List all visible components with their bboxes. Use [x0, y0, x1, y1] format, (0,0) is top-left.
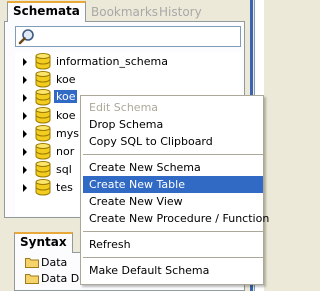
expand-arrow-icon[interactable]: [23, 76, 27, 84]
menu-item-refresh[interactable]: Refresh: [83, 236, 263, 253]
schema-search-input[interactable]: [15, 26, 241, 47]
search-icon: [18, 28, 36, 49]
folder-icon: [25, 257, 39, 268]
folder-icon: [25, 273, 39, 284]
menu-item-edit-schema: Edit Schema: [89, 101, 159, 114]
expand-arrow-icon[interactable]: [23, 184, 27, 192]
schema-label: mys: [56, 127, 79, 140]
menu-item-copy-sql[interactable]: Copy SQL to Clipboard: [83, 133, 263, 150]
database-icon: [35, 179, 51, 196]
tab-schemata[interactable]: Schemata: [7, 1, 86, 22]
menu-item-create-table[interactable]: Create New Table: [83, 176, 263, 193]
expand-arrow-icon[interactable]: [23, 58, 27, 66]
menu-item-make-default[interactable]: Make Default Schema: [83, 262, 263, 279]
menu-separator: [83, 257, 263, 258]
schema-label: koe: [56, 109, 76, 122]
schema-row[interactable]: information_schema: [15, 53, 241, 71]
menu-separator: [83, 231, 263, 232]
schema-label: koe: [52, 89, 79, 104]
database-icon: [35, 53, 51, 70]
menu-item-create-view[interactable]: Create New View: [83, 193, 263, 210]
schema-label: information_schema: [56, 55, 168, 68]
expand-arrow-icon[interactable]: [23, 166, 27, 174]
menu-item-drop-schema[interactable]: Drop Schema: [83, 116, 263, 133]
database-icon: [35, 107, 51, 124]
database-icon: [35, 125, 51, 142]
menu-item-create-procedure[interactable]: Create New Procedure / Function: [83, 210, 269, 227]
tab-history[interactable]: History: [154, 3, 207, 21]
schema-label: koe: [56, 73, 76, 86]
database-icon: [35, 161, 51, 178]
expand-arrow-icon[interactable]: [23, 130, 27, 138]
expand-arrow-icon[interactable]: [23, 148, 27, 156]
schema-context-menu: Edit Schema Drop Schema Copy SQL to Clip…: [80, 95, 269, 285]
menu-item-create-schema[interactable]: Create New Schema: [83, 159, 263, 176]
schema-label: tes: [56, 181, 73, 194]
schema-row[interactable]: koe: [15, 71, 241, 89]
database-icon: [35, 143, 51, 160]
expand-arrow-icon[interactable]: [23, 94, 27, 102]
tab-syntax[interactable]: Syntax: [14, 232, 73, 253]
database-icon: [35, 71, 51, 88]
top-tab-strip: Schemata Bookmarks History: [4, 0, 245, 22]
tab-bookmarks[interactable]: Bookmarks: [86, 3, 163, 21]
syntax-folder-label: Data: [41, 256, 68, 269]
schema-label: nor: [56, 145, 75, 158]
menu-separator: [83, 154, 263, 155]
database-icon: [35, 89, 51, 106]
schema-label: sql: [56, 163, 72, 176]
expand-arrow-icon[interactable]: [23, 112, 27, 120]
